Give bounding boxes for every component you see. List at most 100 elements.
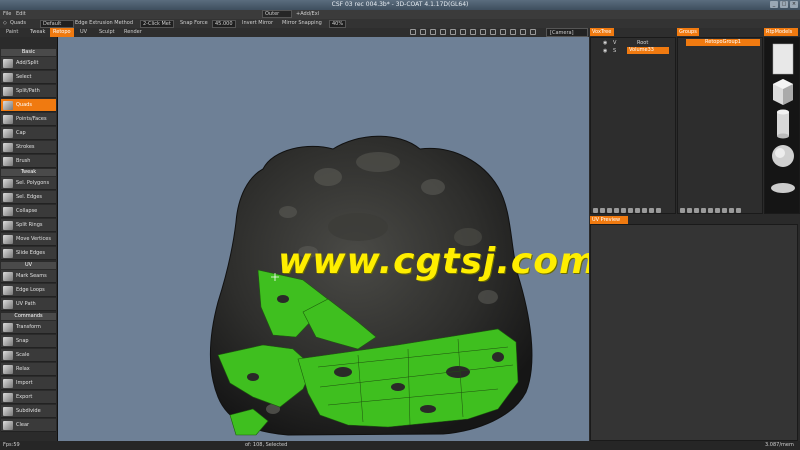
preset-dropdown[interactable]: Default [40, 20, 74, 28]
model-cylinder[interactable]: cylinder [777, 109, 789, 139]
copy-layer-icon[interactable] [600, 208, 605, 213]
eye-icon[interactable]: ◉ [603, 48, 607, 54]
close-icon[interactable]: × [790, 1, 798, 8]
view-icon-6[interactable] [460, 29, 466, 35]
view-icon-1[interactable] [410, 29, 416, 35]
minimize-icon[interactable]: _ [770, 1, 778, 8]
add-split-icon [3, 59, 13, 68]
3d-viewport[interactable]: www.cgtsj.com [58, 37, 589, 441]
import-icon[interactable] [628, 208, 633, 213]
tool-strokes[interactable]: Strokes [1, 141, 56, 154]
lock-icon[interactable] [708, 208, 713, 213]
tool-select[interactable]: Select [1, 71, 56, 84]
view-icon-3[interactable] [430, 29, 436, 35]
copy-group-icon[interactable] [687, 208, 692, 213]
view-icon-12[interactable] [520, 29, 526, 35]
voxtree-panel: ◉ V Root ◉ S Volume33 [590, 37, 676, 214]
mirror-snapping-input[interactable]: 40% [329, 20, 347, 28]
rtpmodels-header[interactable]: RtpModels [764, 28, 798, 36]
tool-move-vertices[interactable]: Move Vertices [1, 233, 56, 246]
cmd-scale[interactable]: Scale [1, 349, 56, 362]
edge-loops-icon [3, 286, 13, 295]
cmd-relax[interactable]: Relax [1, 363, 56, 376]
camera-dropdown[interactable]: [Camera] [546, 28, 588, 37]
tool-quads[interactable]: Quads [1, 99, 56, 112]
tool-split-rings[interactable]: Split Rings [1, 219, 56, 232]
uv-preview-panel[interactable] [590, 224, 798, 441]
settings-icon[interactable] [715, 208, 720, 213]
tool-brush[interactable]: Brush [1, 155, 56, 168]
selection-mode-dropdown[interactable]: Outer [262, 10, 292, 18]
tool-split-path[interactable]: Split/Path [1, 85, 56, 98]
move-vertices-icon [3, 235, 13, 244]
new-group-icon[interactable] [680, 208, 685, 213]
tab-uv[interactable]: UV [77, 28, 90, 37]
tool-collapse[interactable]: Collapse [1, 205, 56, 218]
voxtree-root[interactable]: Root [637, 40, 648, 46]
extrusion-method-dropdown[interactable]: 2-Click Met [140, 20, 174, 28]
add-mode-label[interactable]: +Add/Exl [296, 11, 319, 17]
tool-add-split[interactable]: Add/Split [1, 57, 56, 70]
visibility-icon[interactable] [649, 208, 654, 213]
new-layer-icon[interactable] [593, 208, 598, 213]
tab-sculpt[interactable]: Sculpt [96, 28, 118, 37]
delete-icon[interactable] [736, 208, 741, 213]
model-cube[interactable]: cube [773, 79, 793, 105]
tool-uv-path[interactable]: UV Path [1, 298, 56, 311]
tab-retopo[interactable]: Retopo [50, 28, 74, 37]
menu-edit[interactable]: Edit [16, 11, 26, 17]
export-icon[interactable] [635, 208, 640, 213]
uv-preview-header[interactable]: UV Preview [590, 216, 628, 224]
merge-group-icon[interactable] [694, 208, 699, 213]
voxtree-header[interactable]: VoxTree [590, 28, 614, 36]
tab-render[interactable]: Render [121, 28, 145, 37]
cmd-snap[interactable]: Snap [1, 335, 56, 348]
tool-slide-edges[interactable]: Slide Edges [1, 247, 56, 260]
view-icon-7[interactable] [470, 29, 476, 35]
root-visibility-flag[interactable]: V [613, 40, 616, 46]
menu-file[interactable]: File [3, 11, 11, 17]
view-icon-5[interactable] [450, 29, 456, 35]
groups-header[interactable]: Groups [677, 28, 699, 36]
view-icon-13[interactable] [530, 29, 536, 35]
model-disc[interactable]: disc [771, 183, 795, 193]
folder-icon[interactable] [614, 208, 619, 213]
cmd-transform[interactable]: Transform [1, 321, 56, 334]
tab-tweak[interactable]: Tweak [27, 28, 48, 37]
view-icon-2[interactable] [420, 29, 426, 35]
snap-icon [3, 337, 13, 346]
group-retopogroup1[interactable]: RetopoGroup1 [686, 39, 760, 46]
visibility-icon[interactable] [701, 208, 706, 213]
voxtree-layer-volume33[interactable]: Volume33 [627, 47, 669, 54]
invert-mirror-checkbox[interactable]: Invert Mirror [242, 20, 273, 26]
snap-force-input[interactable]: 45.000 [212, 20, 236, 28]
cmd-export[interactable]: Export [1, 391, 56, 404]
tool-mark-seams[interactable]: Mark Seams [1, 270, 56, 283]
tab-paint[interactable]: Paint [3, 28, 21, 37]
maximize-icon[interactable]: □ [780, 1, 788, 8]
settings-icon[interactable] [621, 208, 626, 213]
tool-cap[interactable]: Cap [1, 127, 56, 140]
split-icon[interactable] [642, 208, 647, 213]
tool-sel-edges[interactable]: Sel. Edges [1, 191, 56, 204]
sel-polygons-icon [3, 179, 13, 188]
merge-layer-icon[interactable] [607, 208, 612, 213]
cmd-subdivide[interactable]: Subdivide [1, 405, 56, 418]
layer-surface-flag[interactable]: S [613, 48, 616, 54]
cmd-clear[interactable]: Clear [1, 419, 56, 432]
move-down-icon[interactable] [729, 208, 734, 213]
delete-icon[interactable] [656, 208, 661, 213]
model-sphere[interactable]: sphere [772, 145, 794, 167]
tool-points-faces[interactable]: Points/Faces [1, 113, 56, 126]
eye-icon[interactable]: ◉ [603, 40, 607, 46]
model-plane[interactable]: plane [772, 43, 794, 75]
tool-sel-polygons[interactable]: Sel. Polygons [1, 177, 56, 190]
view-icon-9[interactable] [490, 29, 496, 35]
view-icon-8[interactable] [480, 29, 486, 35]
cmd-import[interactable]: Import [1, 377, 56, 390]
view-icon-10[interactable] [500, 29, 506, 35]
view-icon-11[interactable] [510, 29, 516, 35]
tool-edge-loops[interactable]: Edge Loops [1, 284, 56, 297]
move-up-icon[interactable] [722, 208, 727, 213]
view-icon-4[interactable] [440, 29, 446, 35]
